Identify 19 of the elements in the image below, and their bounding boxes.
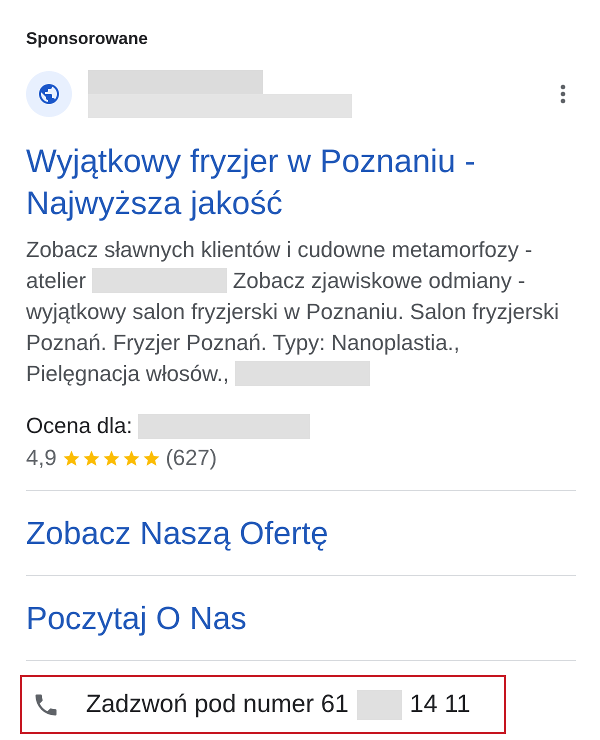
description-text: Pielęgnacja włosów., [26,360,230,388]
description-text: Zobacz sławnych klientów i cudowne metamorfozy - [26,236,532,264]
more-options-icon[interactable] [560,84,566,104]
call-text: Zadzwoń pod numer 61 [86,690,349,719]
globe-icon [26,71,72,117]
ad-title-link[interactable]: Wyjątkowy fryzjer w Poznaniu - Najwyższa jakość [26,140,506,224]
call-button[interactable]: Zadzwoń pod numer 61 14 11 [20,675,506,734]
description-text: atelier [26,267,86,295]
sitelink[interactable]: Poczytaj O Nas [26,576,576,660]
review-count: (627) [166,444,217,472]
rating-value: 4,9 [26,444,57,472]
description-text: Poznań. Fryzjer Poznań. Typy: Nanoplastia., [26,329,460,357]
description-text: wyjątkowy salon fryzjerski w Poznaniu. Salon fryzjerski [26,298,560,326]
sponsored-label: Sponsorowane [26,28,149,50]
call-text: 14 11 [410,690,470,719]
redacted-block [356,690,402,720]
rating-label: Ocena dla: [26,412,132,440]
description-text: Zobacz zjawiskowe odmiany - [232,267,526,295]
sitelink[interactable]: Zobacz Naszą Ofertę [26,491,576,575]
